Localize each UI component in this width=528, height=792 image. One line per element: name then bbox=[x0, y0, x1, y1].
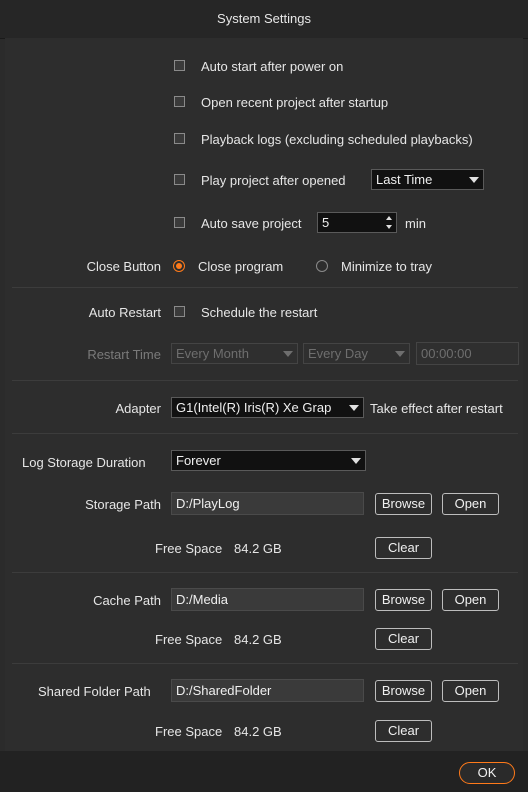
clear-label: Clear bbox=[387, 723, 420, 738]
clear-label: Clear bbox=[387, 631, 420, 646]
browse-label: Browse bbox=[381, 496, 426, 511]
storage-free-space-value: 84.2 GB bbox=[234, 541, 282, 556]
close-button-label: Close Button bbox=[86, 259, 161, 274]
shared-path-value: D:/SharedFolder bbox=[176, 683, 272, 698]
close-program-label: Close program bbox=[198, 259, 284, 274]
settings-window: System Settings Auto start after power o… bbox=[0, 0, 528, 792]
adapter-value: G1(Intel(R) Iris(R) Xe Grap bbox=[176, 400, 332, 415]
divider bbox=[12, 663, 518, 664]
cache-path-label: Cache Path bbox=[93, 593, 161, 608]
shared-free-space-value: 84.2 GB bbox=[234, 724, 282, 739]
shared-path-label: Shared Folder Path bbox=[38, 684, 151, 699]
chevron-down-icon bbox=[283, 351, 293, 357]
storage-path-label: Storage Path bbox=[85, 497, 161, 512]
open-recent-label: Open recent project after startup bbox=[201, 95, 389, 110]
cache-path-input[interactable]: D:/Media bbox=[171, 588, 364, 611]
storage-open-button[interactable]: Open bbox=[442, 493, 499, 515]
restart-day-value: Every Day bbox=[308, 346, 368, 361]
divider bbox=[12, 433, 518, 434]
schedule-restart-label: Schedule the restart bbox=[201, 305, 318, 320]
restart-month-select[interactable]: Every Month bbox=[171, 343, 298, 364]
adapter-note: Take effect after restart bbox=[370, 401, 503, 416]
play-after-opened-checkbox[interactable] bbox=[174, 174, 185, 185]
auto-start-label: Auto start after power on bbox=[201, 59, 344, 74]
log-duration-select[interactable]: Forever bbox=[171, 450, 366, 471]
ok-label: OK bbox=[477, 765, 497, 780]
minimize-to-tray-label: Minimize to tray bbox=[341, 259, 433, 274]
play-after-opened-select[interactable]: Last Time bbox=[371, 169, 484, 190]
dialog-footer bbox=[0, 751, 528, 792]
shared-clear-button[interactable]: Clear bbox=[375, 720, 432, 742]
log-duration-label: Log Storage Duration bbox=[22, 455, 146, 470]
spin-up-icon[interactable] bbox=[386, 216, 392, 220]
cache-path-value: D:/Media bbox=[176, 592, 229, 607]
divider bbox=[12, 572, 518, 573]
auto-start-checkbox[interactable] bbox=[174, 60, 185, 71]
restart-time-value: 00:00:00 bbox=[421, 346, 472, 361]
chevron-down-icon bbox=[351, 458, 361, 464]
cache-browse-button[interactable]: Browse bbox=[375, 589, 432, 611]
close-program-radio[interactable] bbox=[173, 260, 185, 272]
auto-save-spinbox[interactable]: 5 bbox=[317, 212, 397, 233]
adapter-label: Adapter bbox=[115, 401, 161, 416]
restart-day-select[interactable]: Every Day bbox=[303, 343, 410, 364]
restart-month-value: Every Month bbox=[176, 346, 249, 361]
cache-free-space-label: Free Space bbox=[155, 632, 223, 647]
shared-open-button[interactable]: Open bbox=[442, 680, 499, 702]
cache-open-button[interactable]: Open bbox=[442, 589, 499, 611]
window-title: System Settings bbox=[217, 11, 311, 26]
storage-path-input[interactable]: D:/PlayLog bbox=[171, 492, 364, 515]
divider bbox=[12, 287, 518, 288]
spin-down-icon[interactable] bbox=[386, 225, 392, 229]
chevron-down-icon bbox=[395, 351, 405, 357]
storage-browse-button[interactable]: Browse bbox=[375, 493, 432, 515]
open-recent-checkbox[interactable] bbox=[174, 96, 185, 107]
minimize-to-tray-radio[interactable] bbox=[316, 260, 328, 272]
log-duration-value: Forever bbox=[176, 453, 221, 468]
clear-label: Clear bbox=[387, 540, 420, 555]
storage-free-space-label: Free Space bbox=[155, 541, 223, 556]
storage-clear-button[interactable]: Clear bbox=[375, 537, 432, 559]
browse-label: Browse bbox=[381, 683, 426, 698]
open-label: Open bbox=[454, 683, 487, 698]
open-label: Open bbox=[454, 592, 487, 607]
restart-time-label: Restart Time bbox=[87, 347, 161, 362]
storage-path-value: D:/PlayLog bbox=[176, 496, 240, 511]
auto-save-unit: min bbox=[405, 216, 426, 231]
chevron-down-icon bbox=[469, 177, 479, 183]
play-after-opened-label: Play project after opened bbox=[201, 173, 346, 188]
shared-browse-button[interactable]: Browse bbox=[375, 680, 432, 702]
divider bbox=[12, 380, 518, 381]
cache-clear-button[interactable]: Clear bbox=[375, 628, 432, 650]
auto-save-value: 5 bbox=[322, 215, 330, 230]
play-after-opened-value: Last Time bbox=[376, 172, 433, 187]
browse-label: Browse bbox=[381, 592, 426, 607]
playback-logs-label: Playback logs (excluding scheduled playb… bbox=[201, 132, 473, 147]
shared-free-space-label: Free Space bbox=[155, 724, 223, 739]
auto-save-label: Auto save project bbox=[201, 216, 302, 231]
title-bar: System Settings bbox=[0, 0, 528, 39]
auto-save-checkbox[interactable] bbox=[174, 217, 185, 228]
restart-time-input[interactable]: 00:00:00 bbox=[416, 342, 519, 365]
open-label: Open bbox=[454, 496, 487, 511]
playback-logs-checkbox[interactable] bbox=[174, 133, 185, 144]
ok-button[interactable]: OK bbox=[459, 762, 515, 784]
chevron-down-icon bbox=[349, 405, 359, 411]
adapter-select[interactable]: G1(Intel(R) Iris(R) Xe Grap bbox=[171, 397, 364, 418]
cache-free-space-value: 84.2 GB bbox=[234, 632, 282, 647]
auto-restart-label: Auto Restart bbox=[88, 305, 161, 320]
schedule-restart-checkbox[interactable] bbox=[174, 306, 185, 317]
shared-path-input[interactable]: D:/SharedFolder bbox=[171, 679, 364, 702]
